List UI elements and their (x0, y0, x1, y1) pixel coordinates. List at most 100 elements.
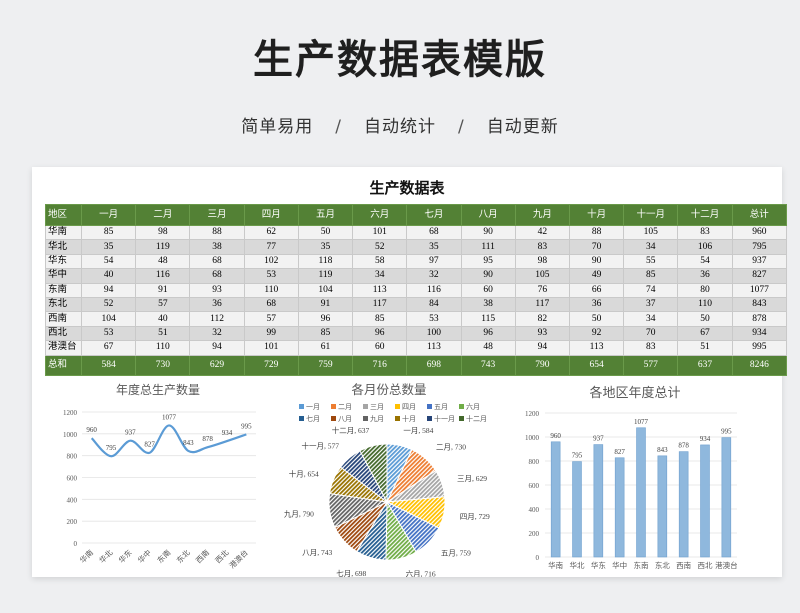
value-cell[interactable]: 83 (677, 224, 733, 241)
value-cell[interactable]: 35 (406, 239, 462, 255)
total-cell[interactable]: 878 (731, 311, 788, 327)
value-cell[interactable]: 105 (623, 224, 679, 241)
sum-cell[interactable]: 698 (406, 354, 462, 376)
column-header[interactable]: 九月 (514, 204, 570, 226)
sum-cell[interactable]: 654 (568, 354, 625, 376)
value-cell[interactable]: 115 (460, 311, 516, 327)
sum-cell[interactable]: 743 (460, 354, 516, 376)
value-cell[interactable]: 80 (677, 282, 733, 298)
column-header[interactable]: 五月 (297, 204, 354, 226)
value-cell[interactable]: 34 (623, 311, 679, 327)
total-label-cell[interactable]: 总和 (45, 354, 82, 376)
value-cell[interactable]: 82 (514, 311, 570, 327)
region-cell[interactable]: 华北 (45, 239, 82, 255)
column-header[interactable]: 十一月 (623, 204, 679, 226)
column-header[interactable]: 七月 (406, 204, 462, 226)
value-cell[interactable]: 61 (297, 340, 354, 356)
value-cell[interactable]: 70 (623, 325, 679, 342)
value-cell[interactable]: 35 (297, 239, 354, 255)
value-cell[interactable]: 88 (189, 224, 245, 241)
value-cell[interactable]: 119 (297, 268, 354, 284)
value-cell[interactable]: 110 (677, 296, 733, 313)
value-cell[interactable]: 53 (80, 325, 137, 342)
value-cell[interactable]: 32 (189, 325, 245, 342)
value-cell[interactable]: 111 (460, 239, 516, 255)
sum-cell[interactable]: 790 (514, 354, 570, 376)
value-cell[interactable]: 90 (568, 253, 625, 270)
sum-cell[interactable]: 637 (677, 354, 733, 376)
sum-cell[interactable]: 730 (135, 354, 191, 376)
value-cell[interactable]: 37 (623, 296, 679, 313)
value-cell[interactable]: 36 (677, 268, 733, 284)
total-cell[interactable]: 995 (731, 340, 788, 356)
value-cell[interactable]: 112 (189, 311, 245, 327)
column-header[interactable]: 总计 (731, 204, 788, 226)
value-cell[interactable]: 34 (352, 268, 408, 284)
value-cell[interactable]: 48 (460, 340, 516, 356)
total-cell[interactable]: 937 (731, 253, 788, 270)
value-cell[interactable]: 36 (189, 296, 245, 313)
value-cell[interactable]: 93 (514, 325, 570, 342)
value-cell[interactable]: 110 (243, 282, 299, 298)
value-cell[interactable]: 74 (623, 282, 679, 298)
value-cell[interactable]: 118 (297, 253, 354, 270)
sum-cell[interactable]: 629 (189, 354, 245, 376)
total-cell[interactable]: 960 (731, 224, 788, 241)
region-cell[interactable]: 港澳台 (45, 340, 82, 356)
column-header[interactable]: 十月 (568, 204, 625, 226)
value-cell[interactable]: 92 (568, 325, 625, 342)
value-cell[interactable]: 91 (135, 282, 191, 298)
value-cell[interactable]: 104 (297, 282, 354, 298)
value-cell[interactable]: 117 (352, 296, 408, 313)
value-cell[interactable]: 102 (243, 253, 299, 270)
value-cell[interactable]: 96 (460, 325, 516, 342)
value-cell[interactable]: 113 (568, 340, 625, 356)
value-cell[interactable]: 57 (243, 311, 299, 327)
value-cell[interactable]: 90 (460, 268, 516, 284)
sum-cell[interactable]: 759 (297, 354, 354, 376)
value-cell[interactable]: 68 (189, 253, 245, 270)
value-cell[interactable]: 96 (297, 311, 354, 327)
total-cell[interactable]: 843 (731, 296, 788, 313)
value-cell[interactable]: 40 (80, 268, 137, 284)
total-cell[interactable]: 1077 (731, 282, 788, 298)
value-cell[interactable]: 85 (352, 311, 408, 327)
sum-cell[interactable]: 584 (80, 354, 137, 376)
value-cell[interactable]: 105 (514, 268, 570, 284)
value-cell[interactable]: 50 (297, 224, 354, 241)
value-cell[interactable]: 68 (406, 224, 462, 241)
value-cell[interactable]: 93 (189, 282, 245, 298)
region-cell[interactable]: 东北 (45, 296, 82, 313)
region-cell[interactable]: 华南 (45, 224, 82, 241)
total-cell[interactable]: 934 (731, 325, 788, 342)
value-cell[interactable]: 84 (406, 296, 462, 313)
value-cell[interactable]: 104 (80, 311, 137, 327)
value-cell[interactable]: 94 (514, 340, 570, 356)
column-header[interactable]: 三月 (189, 204, 245, 226)
value-cell[interactable]: 83 (623, 340, 679, 356)
value-cell[interactable]: 94 (80, 282, 137, 298)
value-cell[interactable]: 106 (677, 239, 733, 255)
value-cell[interactable]: 57 (135, 296, 191, 313)
value-cell[interactable]: 38 (189, 239, 245, 255)
value-cell[interactable]: 119 (135, 239, 191, 255)
column-header[interactable]: 四月 (243, 204, 299, 226)
value-cell[interactable]: 101 (243, 340, 299, 356)
value-cell[interactable]: 35 (80, 239, 137, 255)
value-cell[interactable]: 50 (568, 311, 625, 327)
value-cell[interactable]: 38 (460, 296, 516, 313)
value-cell[interactable]: 83 (514, 239, 570, 255)
value-cell[interactable]: 90 (460, 224, 516, 241)
value-cell[interactable]: 51 (677, 340, 733, 356)
value-cell[interactable]: 95 (460, 253, 516, 270)
value-cell[interactable]: 76 (514, 282, 570, 298)
value-cell[interactable]: 96 (352, 325, 408, 342)
sum-cell[interactable]: 577 (623, 354, 679, 376)
value-cell[interactable]: 100 (406, 325, 462, 342)
value-cell[interactable]: 91 (297, 296, 354, 313)
value-cell[interactable]: 101 (352, 224, 408, 241)
value-cell[interactable]: 54 (677, 253, 733, 270)
value-cell[interactable]: 116 (135, 268, 191, 284)
value-cell[interactable]: 52 (352, 239, 408, 255)
column-header[interactable]: 一月 (80, 204, 137, 226)
